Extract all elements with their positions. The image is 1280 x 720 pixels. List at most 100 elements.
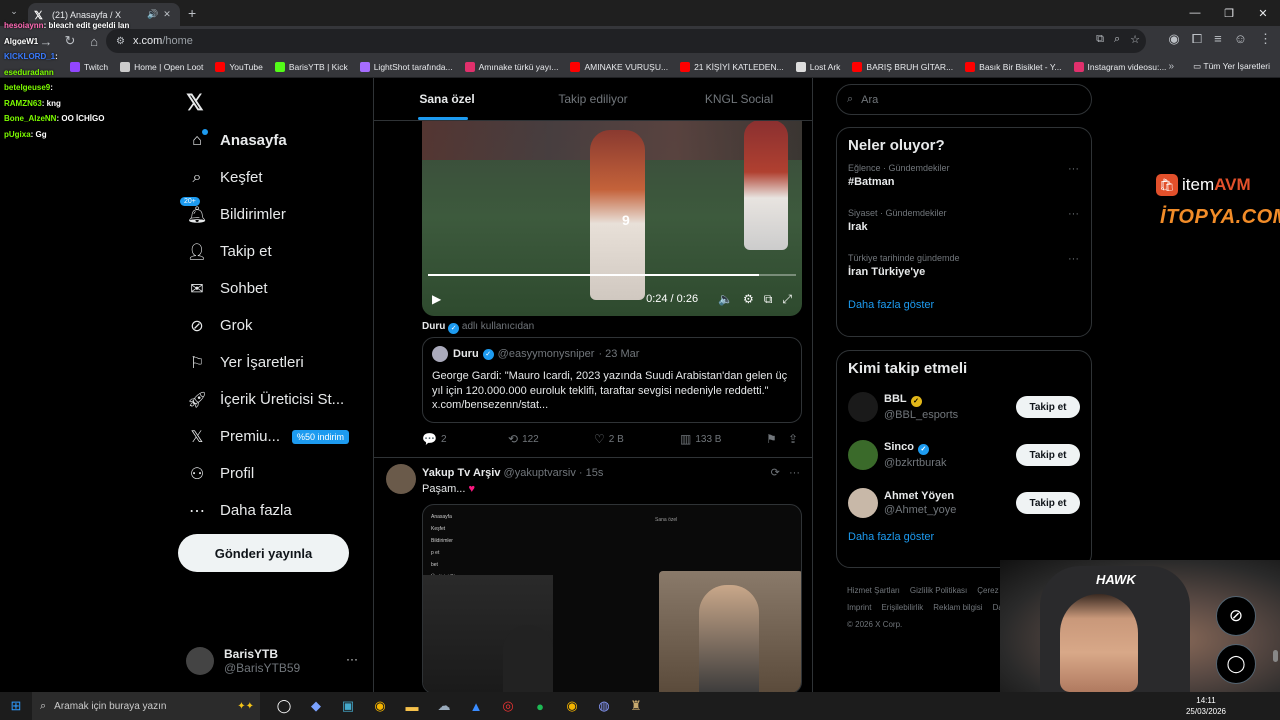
via-user[interactable]: Duru — [422, 321, 445, 332]
taskbar-search[interactable]: ⌕ Aramak için buraya yazın ✦✦ — [32, 692, 260, 720]
post-media[interactable]: AnasayfaKeşfetBildirimlerp etbetÜreticis… — [422, 504, 802, 692]
kebab-menu-icon[interactable]: ⋮ — [1259, 31, 1272, 47]
quoted-post[interactable]: Duru ✓ @easyymonysniper · 23 Mar George … — [422, 337, 802, 423]
queue-icon[interactable]: ≡ — [1214, 31, 1222, 47]
sidebar-item-person[interactable]: ⚇ Profil — [186, 455, 349, 492]
restore-icon[interactable]: ❐ — [1212, 0, 1246, 26]
show-more-link[interactable]: Daha fazla göster — [837, 299, 1091, 311]
more-dots-icon[interactable]: ··· — [789, 467, 800, 479]
post-author-handle[interactable]: @yakuptvarsiv — [504, 467, 576, 479]
task-view-icon[interactable]: ◯ — [268, 692, 300, 720]
search-input[interactable] — [861, 93, 1062, 106]
more-dots-icon[interactable]: ··· — [1068, 208, 1079, 220]
more-dots-icon[interactable]: ··· — [1068, 163, 1079, 175]
all-bookmarks-link[interactable]: ▭ Tüm Yer İşaretleri — [1193, 61, 1270, 72]
pip-icon[interactable]: ⧉ — [764, 292, 773, 307]
tab-close-icon[interactable]: ✕ — [160, 9, 174, 20]
post-author-name[interactable]: Yakup Tv Arşiv — [422, 467, 500, 479]
tab-feed[interactable]: KNGL Social — [666, 78, 812, 120]
app-icon[interactable]: ▲ — [460, 692, 492, 720]
sidebar-item-home[interactable]: ⌂ Anasayfa — [186, 122, 349, 159]
league-icon[interactable]: ♜ — [620, 692, 652, 720]
store-icon[interactable]: ▣ — [332, 692, 364, 720]
follow-button[interactable]: Takip et — [1016, 396, 1080, 418]
trend-item[interactable]: Eğlence · Gündemdekiler #Batman ··· — [837, 160, 1091, 205]
footer-link[interactable]: Imprint — [847, 603, 871, 612]
grok-post-icon[interactable]: ⟳ — [771, 467, 780, 479]
video-progress-bar[interactable] — [428, 274, 796, 276]
more-dots-icon[interactable]: ··· — [1068, 253, 1079, 265]
follow-button[interactable]: Takip et — [1016, 492, 1080, 514]
star-icon[interactable]: ☆ — [1130, 33, 1140, 46]
views-button[interactable]: ▥ 133 B — [680, 432, 721, 446]
bookmark-item[interactable]: 21 KİŞİYİ KATLEDEN... — [680, 61, 784, 72]
avatar[interactable] — [848, 392, 878, 422]
tab-feed[interactable]: Sana özel — [374, 78, 520, 120]
bookmark-item[interactable]: Amınake türkü yayı... — [464, 61, 558, 72]
profile-icon[interactable]: ☺ — [1234, 31, 1247, 47]
sidebar-item-follow[interactable]: 👤︎ Takip et — [186, 233, 349, 270]
share-button[interactable]: ⇪ — [788, 432, 802, 446]
bookmark-item[interactable]: Instagram videosu:... — [1073, 61, 1166, 72]
footer-link[interactable]: Erişilebilirlik — [881, 603, 923, 612]
bookmark-item[interactable]: AMINAKE VURUŞU... — [570, 61, 668, 72]
settings-gear-icon[interactable]: ⚙ — [743, 292, 754, 306]
install-icon[interactable]: ⧉ — [1096, 33, 1104, 46]
system-clock[interactable]: 14:11 25/03/2026 — [1186, 695, 1226, 717]
avatar[interactable] — [848, 488, 878, 518]
chrome-icon[interactable]: ◉ — [364, 692, 396, 720]
bookmark-item[interactable]: Home | Open Loot — [120, 61, 203, 72]
sidebar-item-rocket[interactable]: 🚀︎ İçerik Üreticisi St... — [186, 381, 349, 418]
trend-item[interactable]: Siyaset · Gündemdekiler Irak ··· — [837, 205, 1091, 250]
minimize-icon[interactable]: — — [1178, 0, 1212, 26]
show-more-link[interactable]: Daha fazla göster — [837, 531, 1091, 543]
footer-link[interactable]: Reklam bilgisi — [933, 603, 982, 612]
bookmark-item[interactable]: Basık Bir Bisiklet - Y... — [965, 61, 1062, 72]
close-window-icon[interactable]: ✕ — [1246, 0, 1280, 26]
bookmarks-overflow-icon[interactable]: » — [1168, 61, 1174, 72]
sidebar-item-bookmark[interactable]: ⚐ Yer İşaretleri — [186, 344, 349, 381]
follow-suggestion[interactable]: Sinco ✓ @bzkrtburak Takip et — [837, 431, 1091, 479]
play-icon[interactable]: ▶ — [432, 292, 441, 306]
bookmark-button[interactable]: ⚑ — [766, 432, 781, 446]
follow-suggestion[interactable]: BBL ✓ @BBL_esports Takip et — [837, 383, 1091, 431]
sidebar-item-x[interactable]: 𝕏 Premiu... %50 indirim — [186, 418, 350, 455]
bookmark-item[interactable]: BarisYTB | Kick — [274, 61, 348, 72]
avatar[interactable] — [386, 464, 416, 494]
discord-icon[interactable]: ◍ — [588, 692, 620, 720]
footer-link[interactable]: Gizlilik Politikası — [910, 586, 967, 595]
folder-icon[interactable]: ▬ — [396, 692, 428, 720]
app-icon[interactable]: ◎ — [492, 692, 524, 720]
app-icon[interactable]: ◆ — [300, 692, 332, 720]
tab-feed[interactable]: Takip ediliyor — [520, 78, 666, 120]
more-dots-icon[interactable]: ··· — [346, 652, 358, 666]
steam-icon[interactable]: ☁ — [428, 692, 460, 720]
new-tab-button[interactable]: + — [188, 5, 196, 21]
speaker-icon[interactable]: 🔊 — [146, 9, 160, 20]
messages-float-button[interactable]: ◯ — [1216, 644, 1256, 684]
repost-button[interactable]: ⟲ 122 — [508, 432, 539, 446]
extension-icon[interactable]: ◉ — [1168, 31, 1179, 47]
volume-icon[interactable]: 🔈 — [718, 292, 733, 306]
avatar[interactable] — [848, 440, 878, 470]
bookmark-item[interactable]: BARIŞ BRUH GİTAR... — [852, 61, 953, 72]
video-player[interactable]: 9 ▶ 0:24 / 0:26 🔈 ⚙ ⧉ ⤢ — [422, 120, 802, 316]
post-button[interactable]: Gönderi yayınla — [178, 534, 349, 572]
bookmark-item[interactable]: YouTube — [215, 61, 263, 72]
windows-start-icon[interactable]: ⊞ — [0, 698, 32, 714]
account-switcher[interactable]: BarisYTB @BarisYTB59 ··· — [186, 644, 362, 678]
sidebar-item-search[interactable]: ⌕ Keşfet — [186, 159, 349, 196]
like-button[interactable]: ♡ 2 B — [594, 432, 624, 446]
trend-item[interactable]: Türkiye tarihinde gündemde İran Türkiye'y… — [837, 250, 1091, 295]
spotify-icon[interactable]: ● — [524, 692, 556, 720]
follow-suggestion[interactable]: Ahmet Yöyen @Ahmet_yoye Takip et — [837, 479, 1091, 527]
follow-button[interactable]: Takip et — [1016, 444, 1080, 466]
x-logo-icon[interactable]: 𝕏 — [186, 90, 204, 116]
page-scrollbar[interactable] — [1273, 650, 1278, 662]
chrome-icon[interactable]: ◉ — [556, 692, 588, 720]
sidebar-item-grok[interactable]: ⊘ Grok — [186, 307, 349, 344]
grok-float-button[interactable]: ⊘ — [1216, 596, 1256, 636]
puzzle-icon[interactable]: ⧠ — [1192, 31, 1202, 47]
sidebar-item-bell[interactable]: 🔔︎ 20+ Bildirimler — [180, 196, 349, 233]
address-bar[interactable]: ⚙ x.com/home ⧉ ⌕ ☆ — [106, 29, 1146, 53]
